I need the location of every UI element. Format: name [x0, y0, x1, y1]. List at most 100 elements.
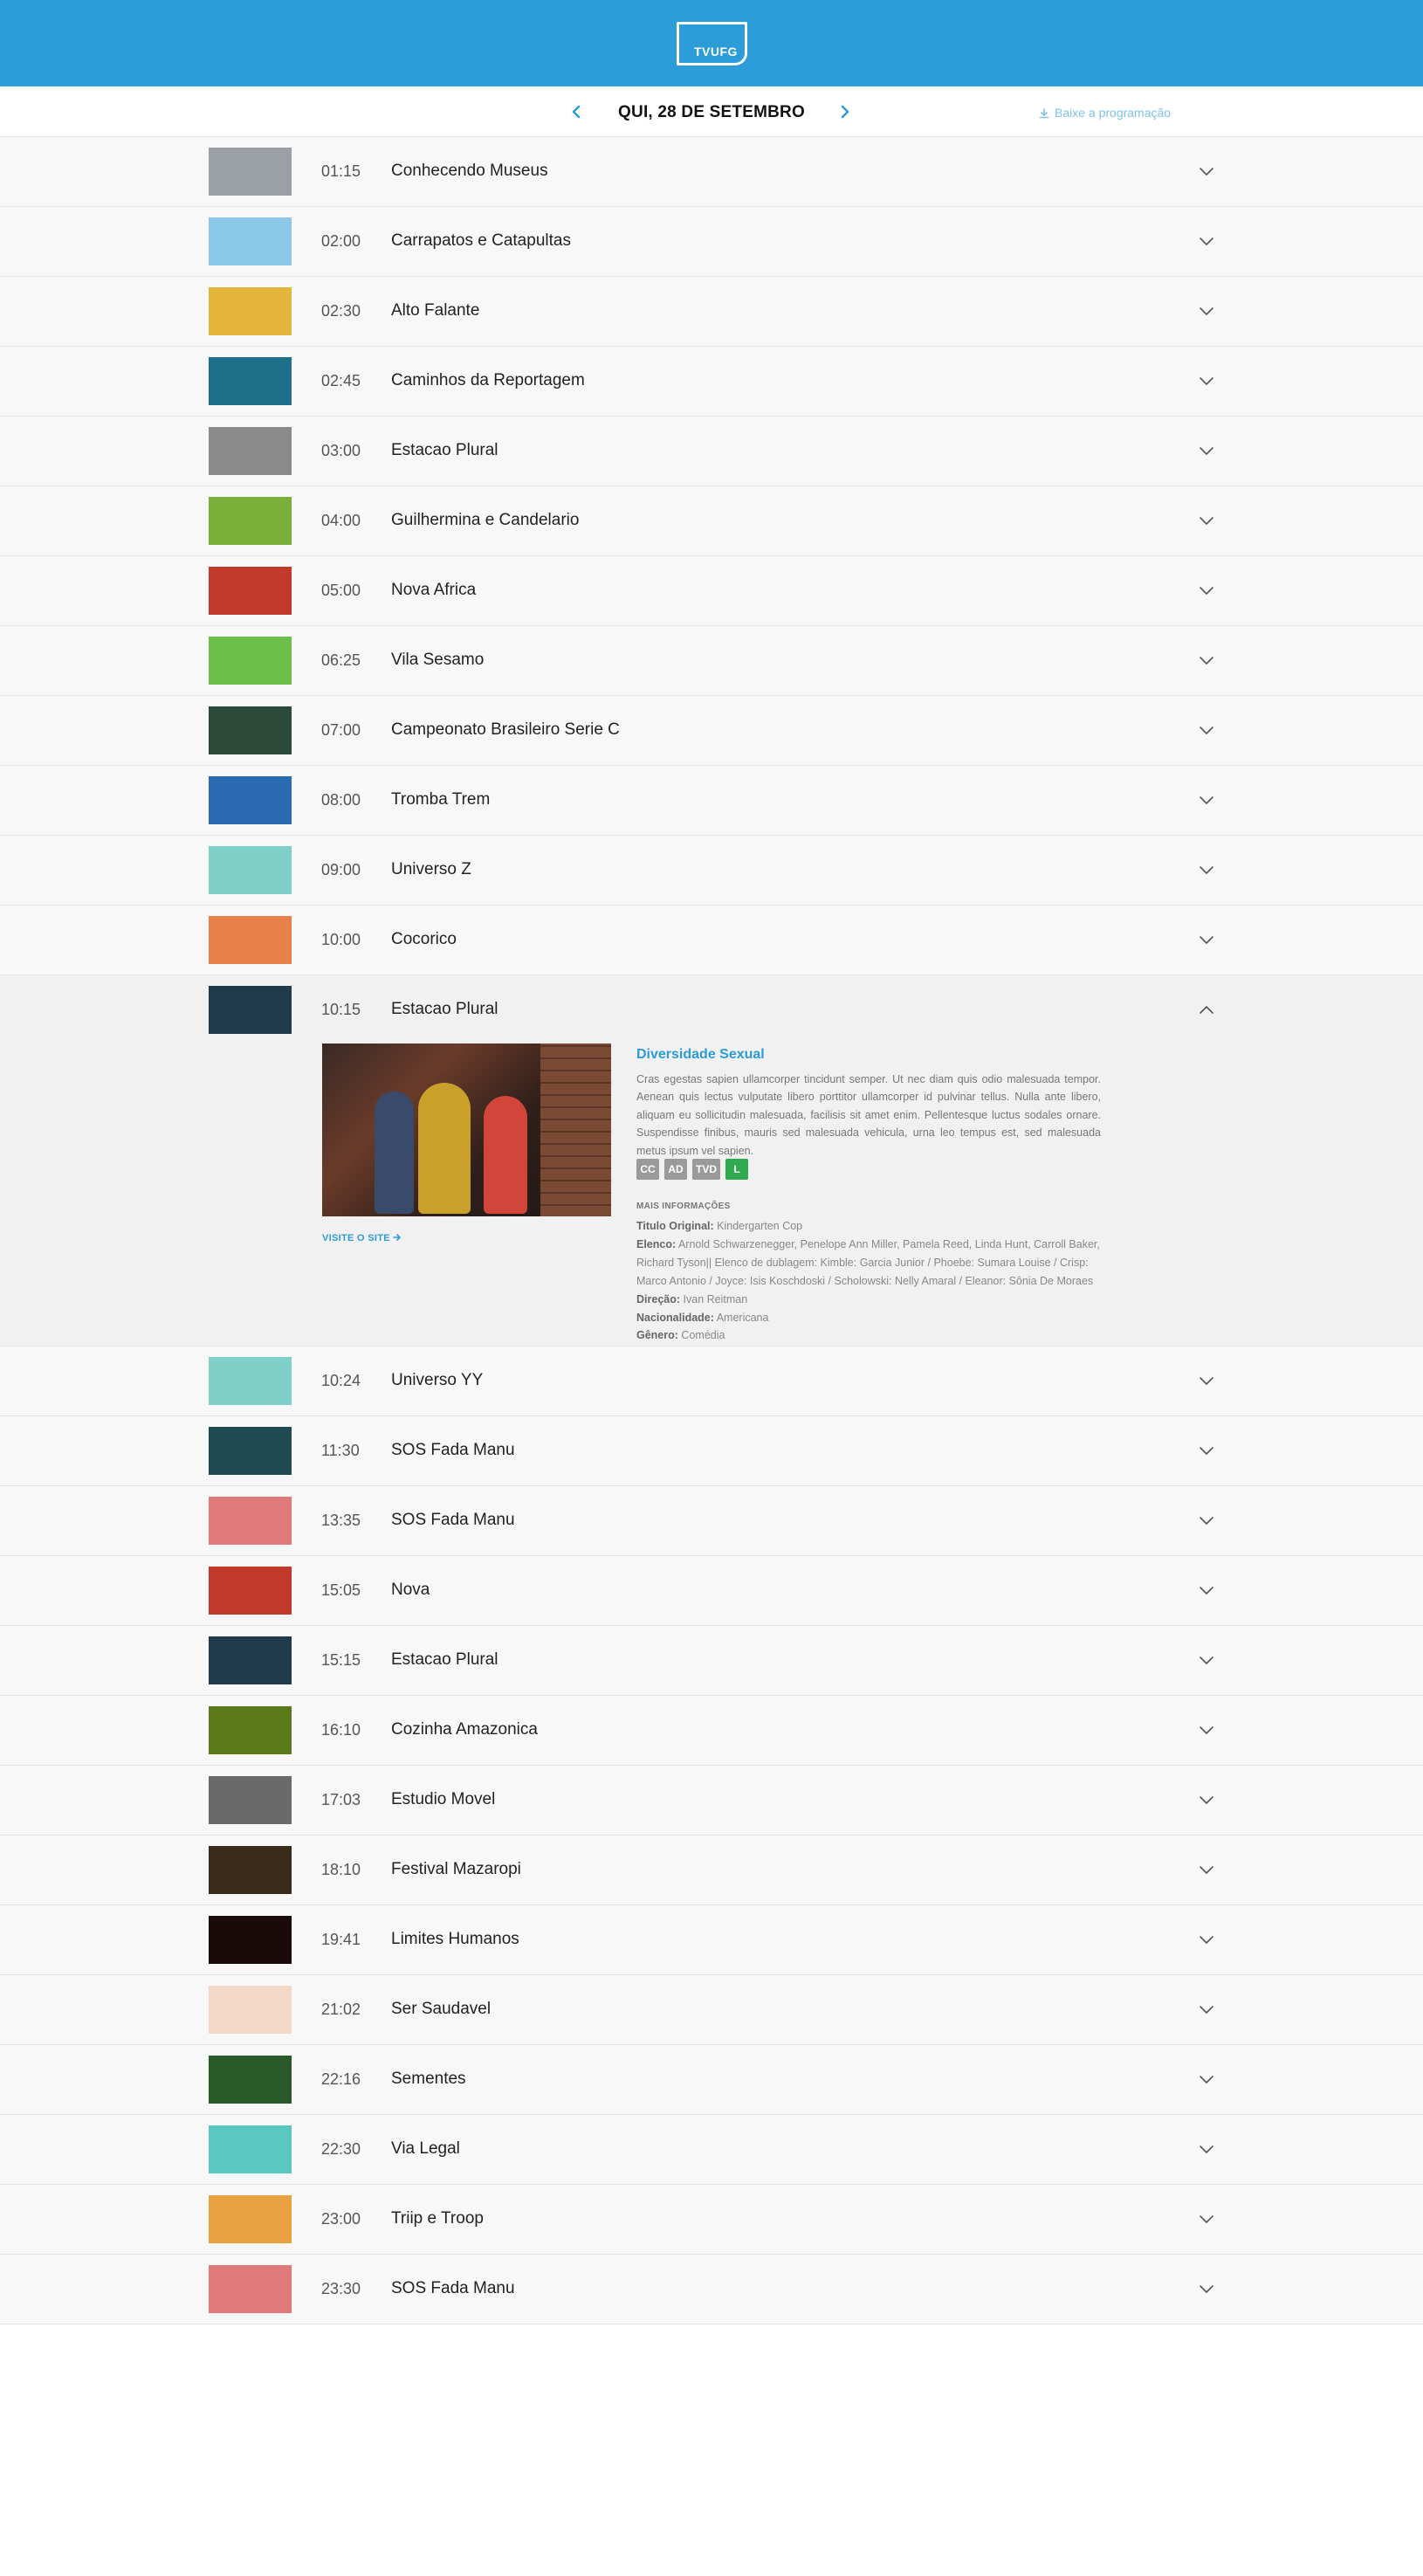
program-thumbnail [209, 287, 292, 335]
program-time: 08:00 [321, 791, 361, 809]
schedule-row[interactable]: 08:00 Tromba Trem [0, 766, 1423, 836]
schedule-row[interactable]: 18:10 Festival Mazaropi [0, 1836, 1423, 1905]
chevron-down-icon[interactable] [1198, 2143, 1215, 2155]
chevron-down-icon[interactable] [1198, 2073, 1215, 2085]
program-time: 06:25 [321, 651, 361, 669]
program-thumbnail [209, 986, 292, 1034]
badge-group: CC AD TVD L [636, 1159, 753, 1180]
chevron-down-icon[interactable] [1198, 1794, 1215, 1806]
program-thumbnail [209, 427, 292, 475]
download-schedule-link[interactable]: Baixe a programação [1039, 106, 1171, 120]
schedule-row[interactable]: 01:15 Conhecendo Museus [0, 137, 1423, 207]
chevron-down-icon[interactable] [1198, 1514, 1215, 1526]
schedule-row[interactable]: 19:41 Limites Humanos [0, 1905, 1423, 1975]
program-title: Estacao Plural [391, 1650, 498, 1669]
program-thumbnail [209, 2265, 292, 2313]
program-title: Nova [391, 1581, 430, 1599]
program-time: 03:00 [321, 442, 361, 459]
program-thumbnail [209, 1497, 292, 1545]
chevron-down-icon[interactable] [1198, 1863, 1215, 1876]
schedule-row[interactable]: 06:25 Vila Sesamo [0, 626, 1423, 696]
schedule-row[interactable]: 10:00 Cocorico [0, 906, 1423, 975]
schedule-row[interactable]: 04:00 Guilhermina e Candelario [0, 486, 1423, 556]
schedule-row[interactable]: 23:30 SOS Fada Manu [0, 2255, 1423, 2325]
accessibility-badge: L [725, 1159, 748, 1180]
more-info-heading: MAIS INFORMAÇÕES [636, 1202, 731, 1211]
chevron-down-icon[interactable] [1198, 1444, 1215, 1457]
chevron-down-icon[interactable] [1198, 1374, 1215, 1387]
program-thumbnail [209, 1916, 292, 1964]
chevron-down-icon[interactable] [1198, 514, 1215, 527]
schedule-row[interactable]: 16:10 Cozinha Amazonica [0, 1696, 1423, 1766]
program-title: Estacao Plural [391, 441, 498, 459]
schedule-row[interactable]: 07:00 Campeonato Brasileiro Serie C [0, 696, 1423, 766]
chevron-down-icon[interactable] [1198, 794, 1215, 806]
program-thumbnail [209, 1636, 292, 1684]
chevron-down-icon[interactable] [1198, 864, 1215, 876]
chevron-down-icon[interactable] [1198, 305, 1215, 317]
chevron-down-icon[interactable] [1198, 444, 1215, 457]
chevron-down-icon[interactable] [1198, 654, 1215, 666]
program-title: Conhecendo Museus [391, 162, 548, 180]
schedule-row[interactable]: 22:16 Sementes [0, 2045, 1423, 2115]
schedule-row[interactable]: 11:30 SOS Fada Manu [0, 1416, 1423, 1486]
program-thumbnail [209, 1986, 292, 2034]
chevron-down-icon[interactable] [1198, 375, 1215, 387]
schedule-row[interactable]: 02:00 Carrapatos e Catapultas [0, 207, 1423, 277]
download-icon [1039, 108, 1049, 119]
program-title: Nova Africa [391, 581, 477, 599]
current-date: QUI, 28 DE SETEMBRO [618, 103, 805, 121]
chevron-down-icon[interactable] [1198, 584, 1215, 596]
schedule-row[interactable]: 03:00 Estacao Plural [0, 417, 1423, 486]
program-time: 02:00 [321, 232, 361, 250]
chevron-down-icon[interactable] [1198, 933, 1215, 946]
program-time: 22:16 [321, 2070, 361, 2088]
schedule-row[interactable]: 15:05 Nova [0, 1556, 1423, 1626]
chevron-down-icon[interactable] [1198, 165, 1215, 177]
chevron-down-icon[interactable] [1198, 2213, 1215, 2225]
schedule-row[interactable]: 05:00 Nova Africa [0, 556, 1423, 626]
program-thumbnail [209, 846, 292, 894]
schedule-row[interactable]: 22:30 Via Legal [0, 2115, 1423, 2185]
visit-site-link[interactable]: VISITE O SITE [322, 1233, 402, 1243]
chevron-down-icon[interactable] [1198, 235, 1215, 247]
program-title: Triip e Troop [391, 2209, 484, 2228]
program-thumbnail [209, 1776, 292, 1824]
schedule-row[interactable]: 15:15 Estacao Plural [0, 1626, 1423, 1696]
chevron-left-icon[interactable] [569, 104, 585, 120]
chevron-down-icon[interactable] [1198, 724, 1215, 736]
schedule-row[interactable]: 23:00 Triip e Troop [0, 2185, 1423, 2255]
episode-image [322, 1043, 611, 1216]
chevron-down-icon[interactable] [1198, 1724, 1215, 1736]
chevron-down-icon[interactable] [1198, 1933, 1215, 1946]
chevron-right-icon[interactable] [836, 104, 852, 120]
arrow-right-icon [393, 1234, 402, 1241]
program-title: Carrapatos e Catapultas [391, 231, 571, 250]
chevron-down-icon[interactable] [1198, 2003, 1215, 2015]
schedule-row[interactable]: 10:24 Universo YY [0, 1347, 1423, 1416]
chevron-down-icon[interactable] [1198, 2283, 1215, 2295]
program-thumbnail [209, 1357, 292, 1405]
schedule-row[interactable]: 17:03 Estudio Movel [0, 1766, 1423, 1836]
chevron-up-icon[interactable] [1198, 1003, 1215, 1016]
schedule-row[interactable]: 02:30 Alto Falante [0, 277, 1423, 347]
info-label: Direção: [636, 1292, 681, 1305]
more-info: Titulo Original: Kindergarten Cop Elenco:… [636, 1217, 1108, 1345]
program-time: 04:00 [321, 512, 361, 529]
schedule-row[interactable]: 21:02 Ser Saudavel [0, 1975, 1423, 2045]
program-title: Ser Saudavel [391, 2000, 492, 2018]
chevron-down-icon[interactable] [1198, 1654, 1215, 1666]
schedule-row[interactable]: 02:45 Caminhos da Reportagem [0, 347, 1423, 417]
program-title: Tromba Trem [391, 790, 491, 809]
info-label: Gênero: [636, 1329, 678, 1342]
schedule-row[interactable]: 09:00 Universo Z [0, 836, 1423, 906]
schedule-row[interactable]: 13:35 SOS Fada Manu [0, 1486, 1423, 1556]
program-time: 16:10 [321, 1721, 361, 1739]
accessibility-badge: TVD [692, 1159, 720, 1180]
program-time: 11:30 [321, 1442, 360, 1459]
tvufg-logo[interactable]: TVUFG [677, 22, 747, 65]
program-title: Caminhos da Reportagem [391, 371, 585, 389]
schedule-row-expanded[interactable]: 10:15 Estacao Plural VISITE O SITE Diversi… [0, 975, 1423, 1347]
chevron-down-icon[interactable] [1198, 1584, 1215, 1596]
program-thumbnail [209, 776, 292, 824]
